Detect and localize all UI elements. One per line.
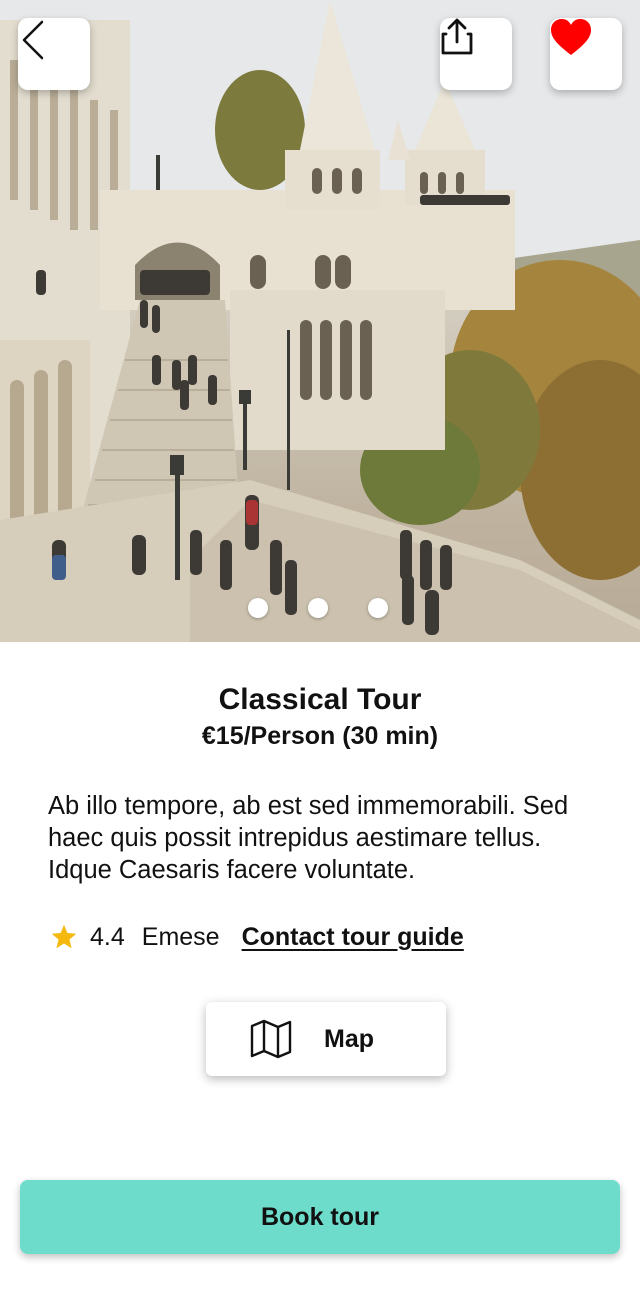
tour-title: Classical Tour <box>218 683 422 716</box>
map-button[interactable]: Map <box>206 1002 446 1076</box>
tour-description: Ab illo tempore, ab est sed immemorabili… <box>48 792 569 884</box>
heart-icon <box>551 19 591 55</box>
contact-guide-link[interactable]: Contact tour guide <box>242 923 464 952</box>
book-tour-label: Book tour <box>260 1202 380 1231</box>
carousel-dot-1[interactable] <box>248 598 268 618</box>
book-tour-button[interactable]: Book tour <box>20 1180 620 1254</box>
favorite-button[interactable] <box>550 18 622 90</box>
tour-meta: 4.4 Emese Contact tour guide <box>50 920 464 954</box>
chevron-left-icon <box>22 20 44 60</box>
carousel-dot-2[interactable] <box>308 598 328 618</box>
carousel-dots <box>0 598 640 618</box>
map-button-label: Map <box>324 1024 374 1053</box>
hero-image[interactable] <box>0 0 640 642</box>
tour-price: €15/Person (30 min) <box>201 722 439 750</box>
hero-photo <box>0 0 640 642</box>
share-button[interactable] <box>440 18 512 90</box>
carousel-dot-3[interactable] <box>368 598 388 618</box>
guide-name: Emese <box>141 922 220 951</box>
map-icon <box>250 1019 292 1059</box>
rating-value: 4.4 <box>90 922 125 951</box>
star-icon <box>51 924 77 949</box>
back-button[interactable] <box>18 18 90 90</box>
share-icon <box>441 18 473 55</box>
